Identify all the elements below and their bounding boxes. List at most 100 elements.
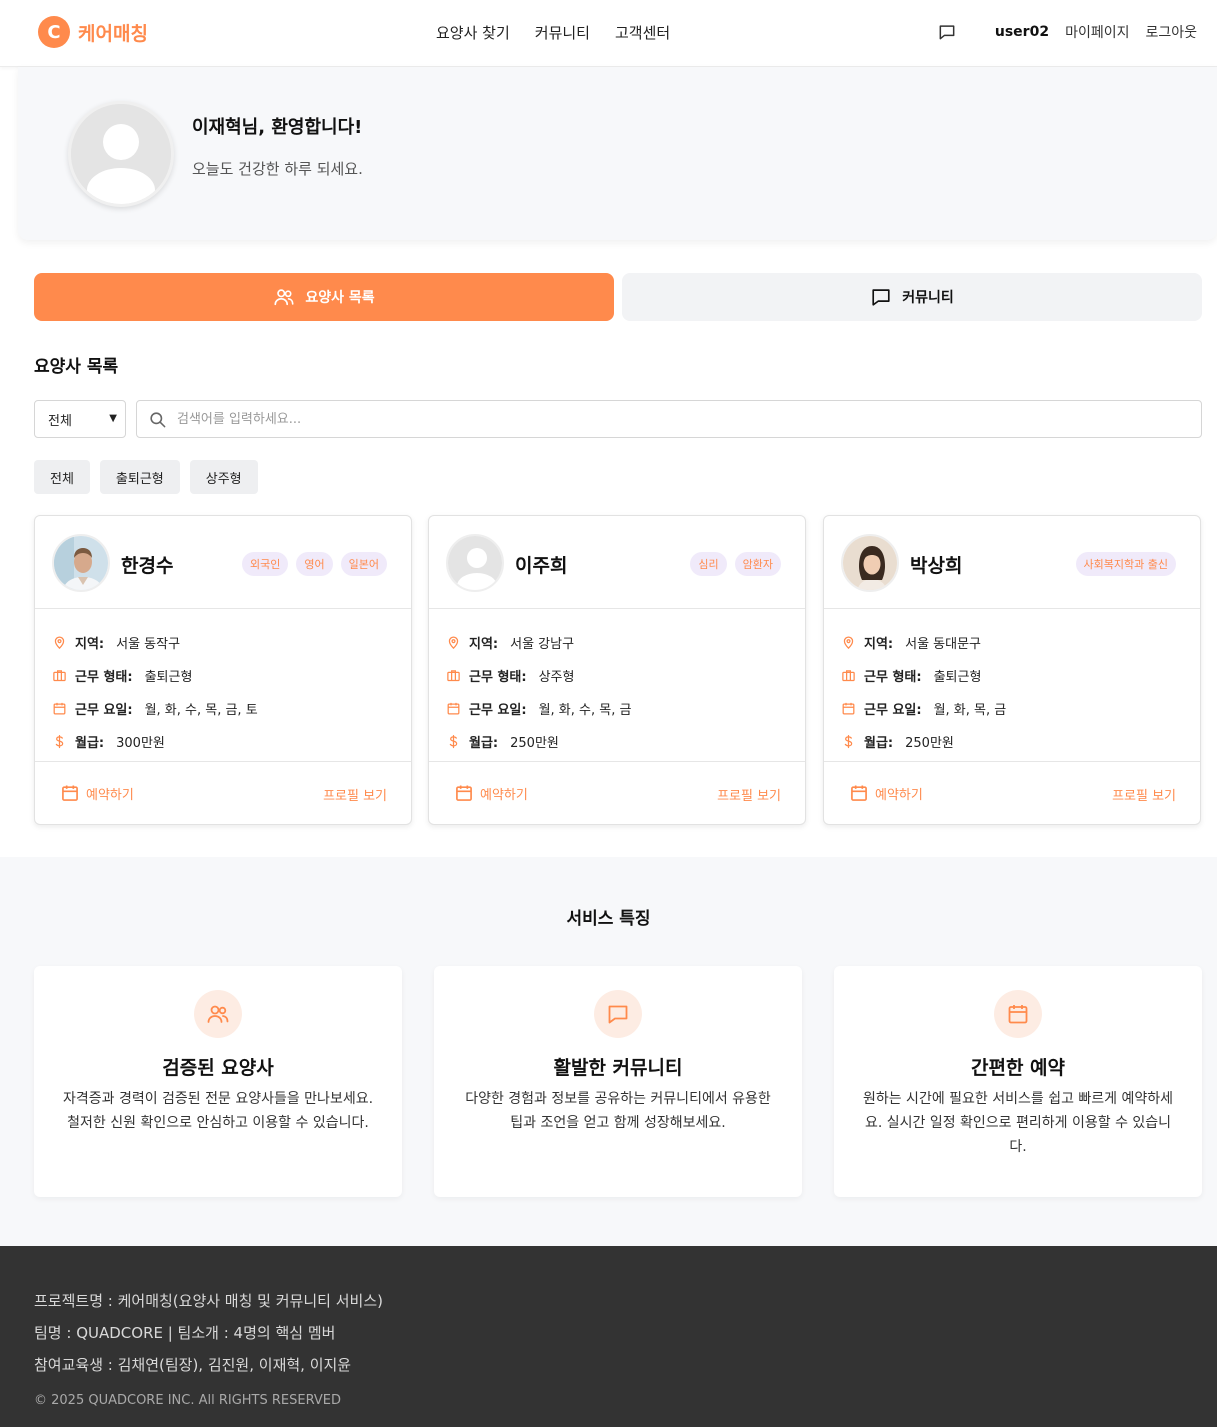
card-header: 박상희 사회복지학과 출신 xyxy=(824,516,1200,609)
view-profile-link[interactable]: 프로필 보기 xyxy=(323,785,387,804)
book-label: 예약하기 xyxy=(86,787,134,803)
map-pin-icon xyxy=(448,636,459,649)
card-header: 한경수 외국인 영어 일본어 xyxy=(35,516,411,609)
card-header: 이주희 심리 암환자 xyxy=(429,516,805,609)
caregiver-name: 이주희 xyxy=(515,555,568,577)
dollar-icon xyxy=(844,734,853,749)
tag: 심리 xyxy=(690,552,727,576)
tag-list: 사회복지학과 출신 xyxy=(1075,552,1176,576)
filter-live-in[interactable]: 상주형 xyxy=(189,460,258,494)
caregiver-photo xyxy=(52,534,110,592)
section-title: 요양사 목록 xyxy=(34,357,119,377)
filter-all[interactable]: 전체 xyxy=(34,460,90,494)
caregiver-name: 박상희 xyxy=(910,555,963,577)
detail-salary: 월급: 250만원 xyxy=(446,725,631,758)
detail-work-type: 근무 형태: 상주형 xyxy=(446,659,631,692)
tab-community[interactable]: 커뮤니티 xyxy=(622,273,1202,321)
filter-commute[interactable]: 출퇴근형 xyxy=(99,460,180,494)
category-select[interactable]: 전체 ▼ xyxy=(34,400,126,438)
book-label: 예약하기 xyxy=(480,787,528,803)
card-footer: 예약하기 프로필 보기 xyxy=(824,761,1200,825)
map-pin-icon xyxy=(54,636,65,649)
calendar-icon xyxy=(447,702,460,715)
calendar-icon xyxy=(1008,1005,1028,1024)
briefcase-icon xyxy=(447,670,460,682)
tag-list: 심리 암환자 xyxy=(690,552,781,576)
detail-region: 지역: 서울 동작구 xyxy=(52,626,258,659)
feature-desc: 원하는 시간에 필요한 서비스를 쉽고 빠르게 예약하세요. 실시간 일정 확인… xyxy=(862,1091,1174,1155)
caregiver-photo xyxy=(446,534,504,592)
caregiver-card: 한경수 외국인 영어 일본어 지역: 서울 동작구 근무 형태: 출퇴근형 근무… xyxy=(34,515,412,825)
chat-icon xyxy=(608,1005,628,1024)
caregiver-name: 한경수 xyxy=(121,555,174,577)
tag-list: 외국인 영어 일본어 xyxy=(242,552,387,576)
book-button[interactable]: 예약하기 xyxy=(454,783,528,803)
default-avatar-icon xyxy=(71,104,171,204)
feature-title: 활발한 커뮤니티 xyxy=(553,1057,683,1079)
user-avatar xyxy=(68,101,174,207)
calendar-icon xyxy=(53,702,66,715)
card-footer: 예약하기 프로필 보기 xyxy=(35,761,411,825)
feature-card: 활발한 커뮤니티 다양한 경험과 정보를 공유하는 커뮤니티에서 유용한 팁과 … xyxy=(434,966,802,1197)
dollar-icon xyxy=(449,734,458,749)
book-button[interactable]: 예약하기 xyxy=(60,783,134,803)
detail-label: 근무 형태: xyxy=(75,670,133,685)
detail-work-type: 근무 형태: 출퇴근형 xyxy=(52,659,258,692)
detail-value: 300만원 xyxy=(116,736,165,751)
users-icon xyxy=(207,1005,229,1023)
view-profile-link[interactable]: 프로필 보기 xyxy=(1112,785,1176,804)
tag: 일본어 xyxy=(340,552,387,576)
welcome-title: 이재혁님, 환영합니다! xyxy=(192,117,363,138)
detail-region: 지역: 서울 동대문구 xyxy=(841,626,1006,659)
feature-icon-wrap xyxy=(194,990,242,1038)
select-value: 전체 xyxy=(48,413,72,429)
detail-value: 월, 화, 수, 목, 금 xyxy=(538,703,632,718)
detail-label: 지역: xyxy=(469,637,499,652)
detail-work-days: 근무 요일: 월, 화, 목, 금 xyxy=(841,692,1006,725)
nav-find-caregiver[interactable]: 요양사 찾기 xyxy=(436,22,510,43)
detail-label: 근무 요일: xyxy=(75,703,133,718)
caregiver-details: 지역: 서울 동대문구 근무 형태: 출퇴근형 근무 요일: 월, 화, 목, … xyxy=(841,626,1006,758)
detail-value: 서울 강남구 xyxy=(510,637,575,652)
welcome-subtitle: 오늘도 건강한 하루 되세요. xyxy=(192,160,363,178)
search-icon xyxy=(150,412,166,428)
mypage-link[interactable]: 마이페이지 xyxy=(1065,22,1129,42)
card-footer: 예약하기 프로필 보기 xyxy=(429,761,805,825)
caregiver-photo xyxy=(841,534,899,592)
logo[interactable]: C 케어매칭 xyxy=(38,16,148,48)
features-title: 서비스 특징 xyxy=(566,909,651,929)
view-profile-link[interactable]: 프로필 보기 xyxy=(717,785,781,804)
footer-copyright: © 2025 QUADCORE INC. All RIGHTS RESERVED xyxy=(34,1393,342,1408)
detail-value: 서울 동작구 xyxy=(116,637,181,652)
detail-work-days: 근무 요일: 월, 화, 수, 목, 금 xyxy=(446,692,631,725)
nav-customer-center[interactable]: 고객센터 xyxy=(615,22,670,43)
filter-chips: 전체 출퇴근형 상주형 xyxy=(34,460,258,494)
tab-label: 요양사 목록 xyxy=(305,290,375,306)
logout-link[interactable]: 로그아웃 xyxy=(1145,22,1197,42)
detail-label: 근무 요일: xyxy=(864,703,922,718)
tab-caregiver-list[interactable]: 요양사 목록 xyxy=(34,273,614,321)
tab-label: 커뮤니티 xyxy=(902,290,954,306)
detail-label: 월급: xyxy=(864,736,894,751)
service-features: 서비스 특징 검증된 요양사 자격증과 경력이 검증된 전문 요양사들을 만나보… xyxy=(0,857,1217,1246)
chat-icon xyxy=(872,289,890,306)
feature-icon-wrap xyxy=(994,990,1042,1038)
detail-work-type: 근무 형태: 출퇴근형 xyxy=(841,659,1006,692)
feature-desc: 자격증과 경력이 검증된 전문 요양사들을 만나보세요. 철저한 신원 확인으로… xyxy=(62,1091,374,1131)
map-pin-icon xyxy=(843,636,854,649)
feature-title: 검증된 요양사 xyxy=(162,1057,274,1079)
man-photo-icon xyxy=(54,536,108,590)
nav-community[interactable]: 커뮤니티 xyxy=(535,22,590,43)
search-input[interactable] xyxy=(177,407,1187,431)
search-box xyxy=(136,400,1202,438)
detail-salary: 월급: 250만원 xyxy=(841,725,1006,758)
logo-mark: C xyxy=(38,16,70,48)
book-button[interactable]: 예약하기 xyxy=(849,783,923,803)
caregiver-details: 지역: 서울 동작구 근무 형태: 출퇴근형 근무 요일: 월, 화, 수, 목… xyxy=(52,626,258,758)
caregiver-card: 박상희 사회복지학과 출신 지역: 서울 동대문구 근무 형태: 출퇴근형 근무… xyxy=(823,515,1201,825)
calendar-icon xyxy=(851,785,867,801)
woman-photo-icon xyxy=(843,536,897,590)
feature-icon-wrap xyxy=(594,990,642,1038)
users-icon xyxy=(274,289,294,306)
chat-icon[interactable] xyxy=(937,22,957,42)
